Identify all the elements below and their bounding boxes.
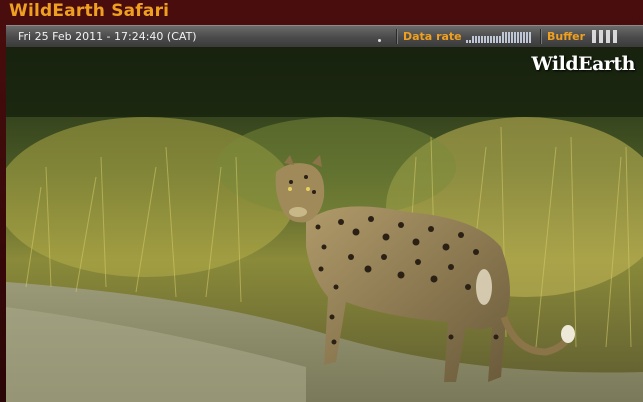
data-rate-meter [466, 32, 534, 43]
data-rate-bar [508, 32, 510, 43]
data-rate-bar [472, 36, 474, 43]
data-rate-bar [496, 36, 498, 43]
separator [396, 29, 398, 44]
app-frame: WildEarth Safari Fri 25 Feb 2011 - 17:24… [0, 0, 643, 402]
buffer-indicator [592, 30, 620, 43]
buffer-bar [599, 30, 603, 43]
video-frame-leopard [6, 47, 643, 402]
app-title: WildEarth Safari [9, 1, 170, 21]
data-rate-bar [514, 32, 516, 43]
data-rate-bar [475, 36, 477, 43]
data-rate-bar [493, 36, 495, 43]
data-rate-bar [517, 32, 519, 43]
status-dot [378, 39, 381, 42]
status-bar: Fri 25 Feb 2011 - 17:24:40 (CAT) Data ra… [6, 25, 643, 48]
video-player[interactable]: WildEarth [6, 47, 643, 402]
buffer-bar [606, 30, 610, 43]
data-rate-bar [478, 36, 480, 43]
buffer-bar [592, 30, 596, 43]
separator [540, 29, 542, 44]
data-rate-bar [529, 32, 531, 43]
wildearth-watermark: WildEarth [531, 53, 635, 75]
data-rate-bar [511, 32, 513, 43]
data-rate-bar [487, 36, 489, 43]
data-rate-bar [520, 32, 522, 43]
data-rate-bar [469, 40, 471, 43]
data-rate-bar [502, 32, 504, 43]
datetime-display: Fri 25 Feb 2011 - 17:24:40 (CAT) [18, 30, 197, 43]
buffer-bar [613, 30, 617, 43]
data-rate-bar [523, 32, 525, 43]
data-rate-bar [490, 36, 492, 43]
data-rate-bar [466, 40, 468, 43]
data-rate-bar [499, 36, 501, 43]
data-rate-bar [481, 36, 483, 43]
data-rate-bar [505, 32, 507, 43]
data-rate-bar [526, 32, 528, 43]
buffer-label: Buffer [547, 30, 586, 43]
data-rate-label: Data rate [403, 30, 462, 43]
data-rate-bar [484, 36, 486, 43]
